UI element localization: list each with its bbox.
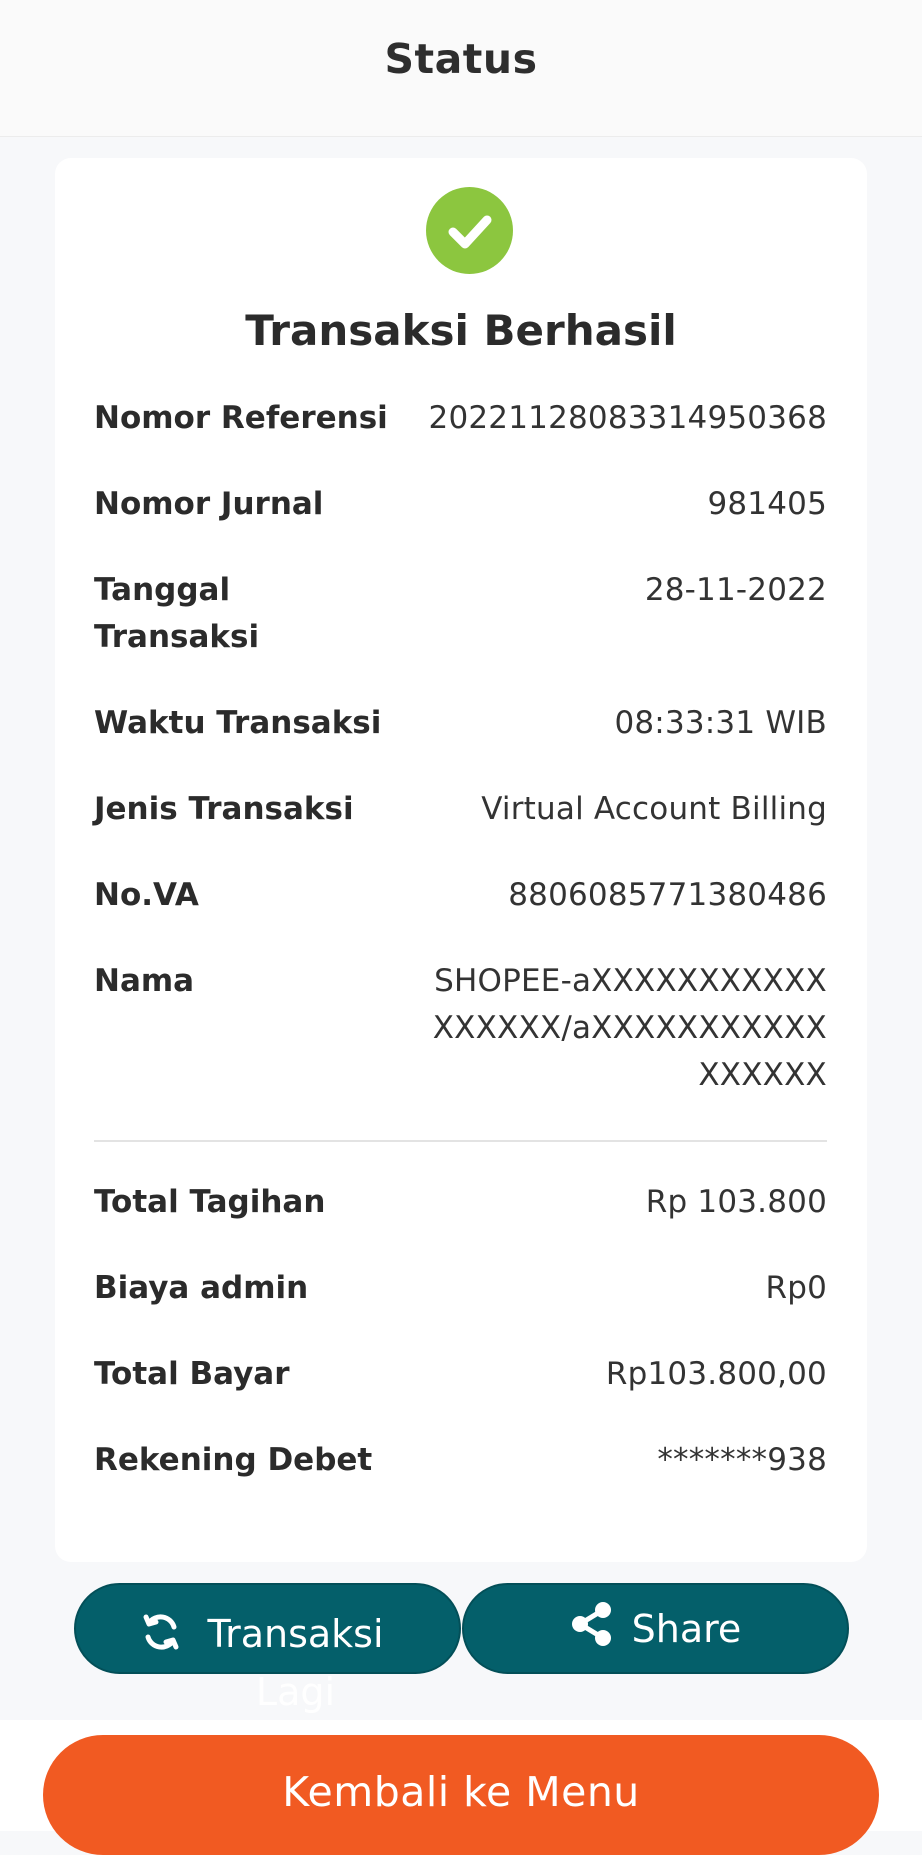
page-title: Status xyxy=(384,35,538,83)
detail-value: 8806085771380486 xyxy=(508,877,827,913)
total-value: Rp103.800,00 xyxy=(605,1356,827,1392)
total-row-debit: Rekening Debet *******938 xyxy=(94,1437,827,1484)
transaction-again-label: Transaksi Lagi xyxy=(207,1612,384,1714)
check-circle-icon xyxy=(426,187,513,274)
total-label: Rekening Debet xyxy=(94,1442,373,1478)
detail-row-reference: Nomor Referensi 20221128083314950368 xyxy=(94,395,827,442)
share-icon xyxy=(570,1600,614,1657)
detail-label: No.VA xyxy=(94,877,199,913)
detail-row-name: Nama SHOPEE-aXXXXXXXXXXXXXXXXX/aXXXXXXXX… xyxy=(94,958,827,1099)
detail-row-type: Jenis Transaksi Virtual Account Billing xyxy=(94,786,827,833)
detail-value: SHOPEE-aXXXXXXXXXXXXXXXXX/aXXXXXXXXXXXXX… xyxy=(432,963,827,1093)
refresh-icon xyxy=(140,1605,196,1662)
detail-label: Nomor Referensi xyxy=(94,400,388,436)
total-label: Total Tagihan xyxy=(94,1184,326,1220)
detail-value: 08:33:31 WIB xyxy=(614,705,827,741)
detail-label: Waktu Transaksi xyxy=(94,705,382,741)
detail-row-time: Waktu Transaksi 08:33:31 WIB xyxy=(94,700,827,747)
total-row-bill: Total Tagihan Rp 103.800 xyxy=(94,1179,827,1226)
detail-label: Nama xyxy=(94,963,195,999)
detail-label: Tanggal Transaksi xyxy=(94,572,260,655)
back-to-menu-label: Kembali ke Menu xyxy=(282,1768,640,1816)
detail-label: Jenis Transaksi xyxy=(94,791,354,827)
detail-value: Virtual Account Billing xyxy=(481,791,827,827)
detail-row-date: Tanggal Transaksi 28-11-2022 xyxy=(94,567,827,661)
detail-label: Nomor Jurnal xyxy=(94,486,324,522)
divider xyxy=(94,1140,827,1142)
total-row-admin: Biaya admin Rp0 xyxy=(94,1265,827,1312)
detail-value: 981405 xyxy=(707,486,827,522)
total-value: *******938 xyxy=(657,1442,827,1478)
detail-value: 20221128083314950368 xyxy=(428,400,827,436)
transaction-again-button[interactable]: Transaksi Lagi xyxy=(74,1583,461,1714)
back-to-menu-button[interactable]: Kembali ke Menu xyxy=(43,1735,879,1855)
total-value: Rp0 xyxy=(765,1270,827,1306)
detail-row-journal: Nomor Jurnal 981405 xyxy=(94,481,827,528)
total-row-paid: Total Bayar Rp103.800,00 xyxy=(94,1351,827,1398)
header-bar: Status xyxy=(0,0,922,137)
detail-row-va: No.VA 8806085771380486 xyxy=(94,872,827,919)
total-label: Biaya admin xyxy=(94,1270,309,1306)
share-label: Share xyxy=(631,1606,742,1651)
total-label: Total Bayar xyxy=(94,1356,290,1392)
receipt-card: Transaksi Berhasil Nomor Referensi 20221… xyxy=(55,158,867,1562)
total-value: Rp 103.800 xyxy=(645,1184,827,1220)
status-title: Transaksi Berhasil xyxy=(245,306,677,355)
share-button[interactable]: Share xyxy=(462,1583,849,1674)
detail-value: 28-11-2022 xyxy=(644,572,827,608)
